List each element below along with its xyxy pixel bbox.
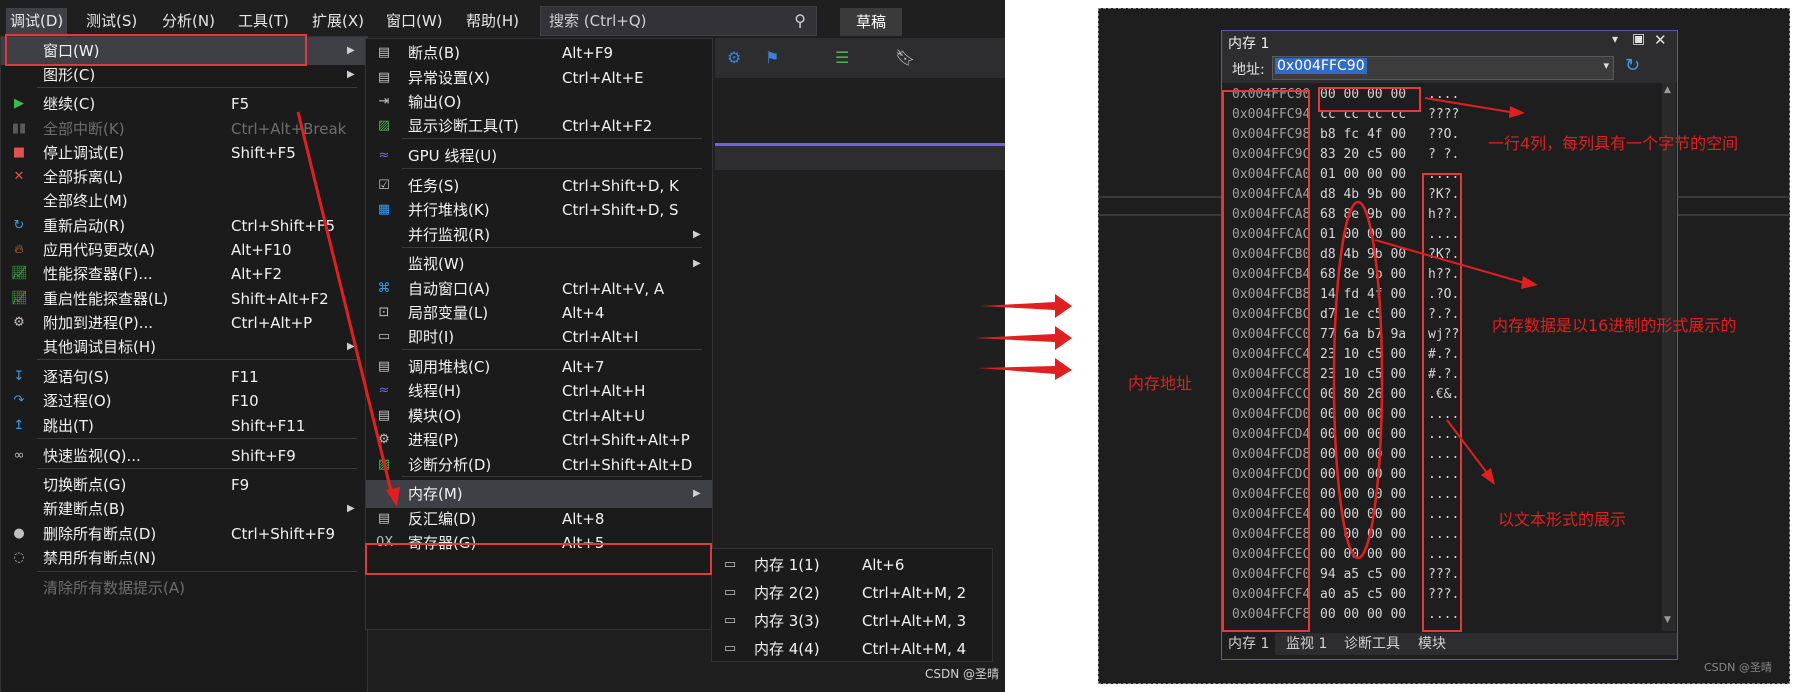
annotation-address: 内存地址 bbox=[1128, 374, 1193, 393]
red-arrow-head bbox=[1509, 106, 1525, 118]
red-arrow bbox=[1424, 97, 1511, 113]
maximize-icon[interactable]: ▣ bbox=[1632, 31, 1645, 47]
close-icon[interactable]: ✕ bbox=[1654, 31, 1667, 49]
address-bar: 地址: 0x004FFC90 ▾ ↻ bbox=[1222, 53, 1677, 83]
red-arrow bbox=[296, 111, 394, 496]
arrow-overlay: CSDN @圣晴 bbox=[296, 111, 999, 681]
memory-titlebar: 内存 1 ▾ ▣ ✕ bbox=[1222, 31, 1677, 53]
red-arrow-head bbox=[1521, 276, 1538, 289]
annotation-text: 以文本形式的展示 bbox=[1498, 510, 1627, 529]
vs-debug-menu-screenshot: 调试(D) 测试(S) 分析(N) 工具(T) 扩展(X) 窗口(W) 帮助(H… bbox=[0, 0, 1005, 692]
watermark-left: CSDN @圣晴 bbox=[925, 667, 999, 681]
red-arrow bbox=[1446, 419, 1488, 474]
address-input[interactable]: 0x004FFC90 ▾ bbox=[1272, 56, 1614, 80]
watermark-right: CSDN @圣晴 bbox=[1704, 661, 1772, 674]
annotation-columns: 一行4列，每列具有一个字节的空间 bbox=[1488, 134, 1739, 153]
red-arrow-head bbox=[386, 487, 400, 507]
address-label: 地址: bbox=[1232, 62, 1265, 78]
red-arrow bbox=[1374, 239, 1526, 284]
hex-ellipse bbox=[1332, 200, 1384, 560]
red-arrow bbox=[974, 326, 1072, 350]
memory-annotation-overlay bbox=[1332, 97, 1538, 560]
chevron-down-icon[interactable]: ▾ bbox=[1603, 59, 1609, 72]
red-arrow bbox=[980, 294, 1072, 318]
address-value: 0x004FFC90 bbox=[1275, 58, 1367, 74]
dropdown-icon[interactable]: ▾ bbox=[1612, 32, 1618, 46]
transition-arrows bbox=[974, 294, 1072, 380]
red-arrow-head bbox=[1481, 468, 1495, 485]
refresh-icon[interactable]: ↻ bbox=[1625, 55, 1640, 76]
memory-title: 内存 1 bbox=[1228, 36, 1270, 52]
annotation-hex: 内存数据是以16进制的形式展示的 bbox=[1492, 316, 1737, 335]
red-arrow bbox=[978, 358, 1072, 380]
